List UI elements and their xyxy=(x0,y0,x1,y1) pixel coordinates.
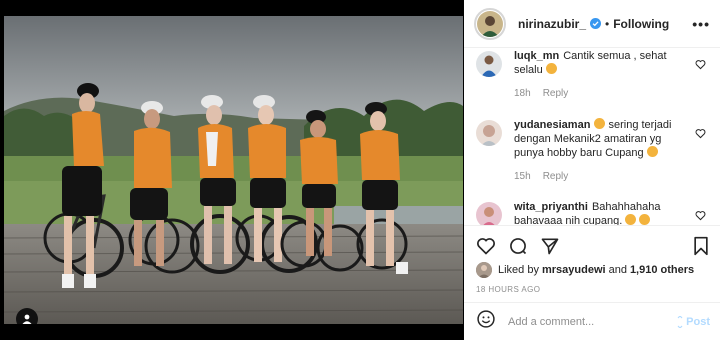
post-arrows-icon xyxy=(677,315,683,328)
liked-by-and: and xyxy=(608,264,627,276)
comments-list[interactable]: luqk_mn Cantik semua , sehat selalu 18h R… xyxy=(464,48,720,228)
heart-icon[interactable] xyxy=(695,208,706,226)
laugh-emoji-icon xyxy=(646,146,658,157)
share-icon[interactable] xyxy=(540,236,560,256)
grin-emoji-icon xyxy=(594,118,606,129)
reply-button[interactable]: Reply xyxy=(543,87,569,101)
comment-username[interactable]: wita_priyanthi xyxy=(514,201,588,213)
heart-icon[interactable] xyxy=(695,126,706,144)
add-comment-bar: Post xyxy=(464,302,720,340)
reply-button[interactable]: Reply xyxy=(543,170,569,184)
post-header: nirinazubir_ • Following ••• xyxy=(464,0,720,48)
smile-emoji-icon xyxy=(545,63,557,74)
action-bar xyxy=(464,226,720,260)
laugh-emoji-icon xyxy=(639,214,651,225)
likes-count[interactable]: 1,910 others xyxy=(630,264,694,276)
comment-item: yudanesiaman sering terjadi dengan Mekan… xyxy=(476,118,712,184)
likes-summary: Liked by mrsayudewi and 1,910 others xyxy=(464,260,720,280)
liker-avatar[interactable] xyxy=(476,262,492,278)
verified-icon xyxy=(590,18,602,29)
post-button-label: Post xyxy=(686,315,710,328)
comment-age: 15h xyxy=(514,171,531,182)
post-photo[interactable] xyxy=(4,16,463,324)
comment-item: luqk_mn Cantik semua , sehat selalu 18h R… xyxy=(476,49,712,101)
following-button[interactable]: Following xyxy=(613,17,669,31)
author-avatar[interactable] xyxy=(474,7,506,40)
commenter-avatar[interactable] xyxy=(476,120,502,146)
bookmark-icon[interactable] xyxy=(692,236,710,256)
user-tag-icon[interactable] xyxy=(16,308,38,324)
add-comment-input[interactable] xyxy=(508,315,675,328)
separator-dot: • xyxy=(605,16,610,31)
comment-username[interactable]: luqk_mn xyxy=(514,50,559,62)
comment-item: wita_priyanthi Bahahhahaha bahavaaa nih c… xyxy=(476,200,712,228)
cyclists-photo xyxy=(4,16,463,324)
post-actions-area: Liked by mrsayudewi and 1,910 others 18 … xyxy=(464,225,720,340)
comment-username[interactable]: yudanesiaman xyxy=(514,119,590,131)
comment-age: 18h xyxy=(514,88,531,99)
comment-icon[interactable] xyxy=(508,236,528,256)
commenter-avatar[interactable] xyxy=(476,51,502,77)
liker-username[interactable]: mrsayudewi xyxy=(542,264,606,276)
instagram-post-modal: nirinazubir_ • Following ••• luqk_mn Can… xyxy=(0,0,720,340)
author-avatar-image xyxy=(477,10,503,37)
post-timestamp[interactable]: 18 HOURS AGO xyxy=(464,280,720,300)
heart-icon[interactable] xyxy=(695,57,706,75)
heart-icon[interactable] xyxy=(476,236,496,256)
author-username[interactable]: nirinazubir_ xyxy=(518,17,586,31)
laugh-emoji-icon xyxy=(625,214,637,225)
more-options-button[interactable]: ••• xyxy=(692,16,710,32)
post-button[interactable]: Post xyxy=(674,315,710,328)
emoji-icon[interactable] xyxy=(476,309,496,334)
liked-by-prefix: Liked by xyxy=(498,264,539,276)
